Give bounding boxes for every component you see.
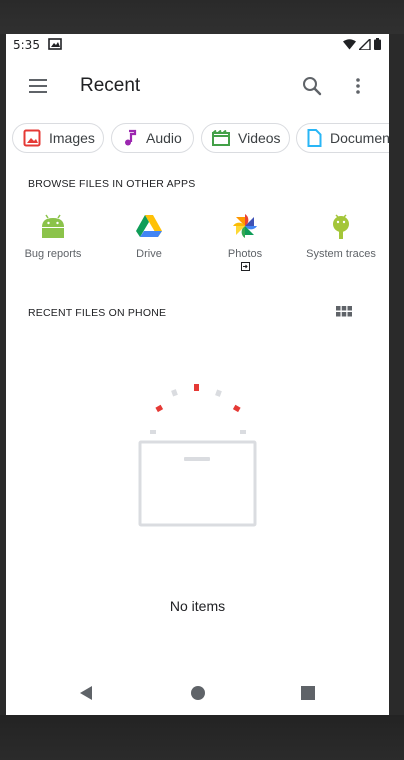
browse-section-heading: BROWSE FILES IN OTHER APPS bbox=[28, 178, 196, 190]
google-drive-icon bbox=[135, 212, 163, 240]
app-label: Bug reports bbox=[24, 248, 82, 260]
system-nav-bar bbox=[6, 671, 389, 715]
document-icon bbox=[307, 129, 322, 147]
recent-section-heading: RECENT FILES ON PHONE bbox=[28, 307, 167, 319]
app-label: System traces bbox=[306, 248, 376, 260]
chip-label: Documen bbox=[330, 130, 389, 146]
app-drive[interactable]: Drive bbox=[104, 212, 194, 260]
android-bug-icon bbox=[327, 212, 355, 240]
music-note-icon bbox=[125, 129, 137, 146]
page-title: Recent bbox=[80, 75, 141, 96]
app-system-traces[interactable]: System traces bbox=[296, 212, 386, 260]
chip-videos[interactable]: Videos bbox=[201, 123, 290, 153]
filter-chips: Images Audio Videos Documen bbox=[12, 123, 389, 155]
open-in-app-icon bbox=[200, 262, 290, 273]
status-time: 5:35 bbox=[13, 38, 40, 52]
status-bar: 5:35 bbox=[6, 34, 389, 56]
more-vert-icon[interactable] bbox=[346, 74, 370, 98]
app-bar: Recent bbox=[6, 56, 389, 114]
movie-icon bbox=[212, 130, 230, 146]
device-frame-bottom bbox=[0, 715, 404, 760]
google-photos-icon bbox=[231, 212, 259, 240]
search-icon[interactable] bbox=[300, 74, 324, 98]
app-label: Photos bbox=[227, 248, 263, 260]
signal-icon bbox=[359, 38, 371, 50]
android-icon bbox=[39, 212, 67, 240]
app-label: Drive bbox=[136, 248, 162, 260]
chip-images[interactable]: Images bbox=[12, 123, 104, 153]
menu-icon[interactable] bbox=[26, 74, 50, 98]
battery-icon bbox=[374, 38, 381, 50]
chip-audio[interactable]: Audio bbox=[111, 123, 194, 153]
notification-icon bbox=[48, 38, 62, 53]
empty-state-text: No items bbox=[169, 598, 226, 614]
grid-view-icon[interactable] bbox=[336, 304, 352, 320]
home-icon[interactable] bbox=[190, 685, 206, 701]
chip-documents[interactable]: Documen bbox=[296, 123, 389, 153]
empty-folder-illustration bbox=[138, 380, 258, 530]
back-icon[interactable] bbox=[78, 685, 94, 701]
chip-label: Images bbox=[49, 130, 95, 146]
device-frame-top bbox=[0, 0, 404, 34]
status-icons bbox=[343, 38, 381, 50]
browse-apps-row: Bug reports Drive Photos System traces bbox=[6, 212, 389, 292]
wifi-icon bbox=[343, 38, 356, 49]
recents-icon[interactable] bbox=[300, 685, 316, 701]
chip-label: Audio bbox=[146, 130, 182, 146]
phone-screen: 5:35 Recent Images Audio Videos Documen … bbox=[6, 34, 389, 715]
chip-label: Videos bbox=[238, 130, 281, 146]
app-photos[interactable]: Photos bbox=[200, 212, 290, 273]
image-icon bbox=[23, 129, 41, 147]
app-bug-reports[interactable]: Bug reports bbox=[8, 212, 98, 260]
